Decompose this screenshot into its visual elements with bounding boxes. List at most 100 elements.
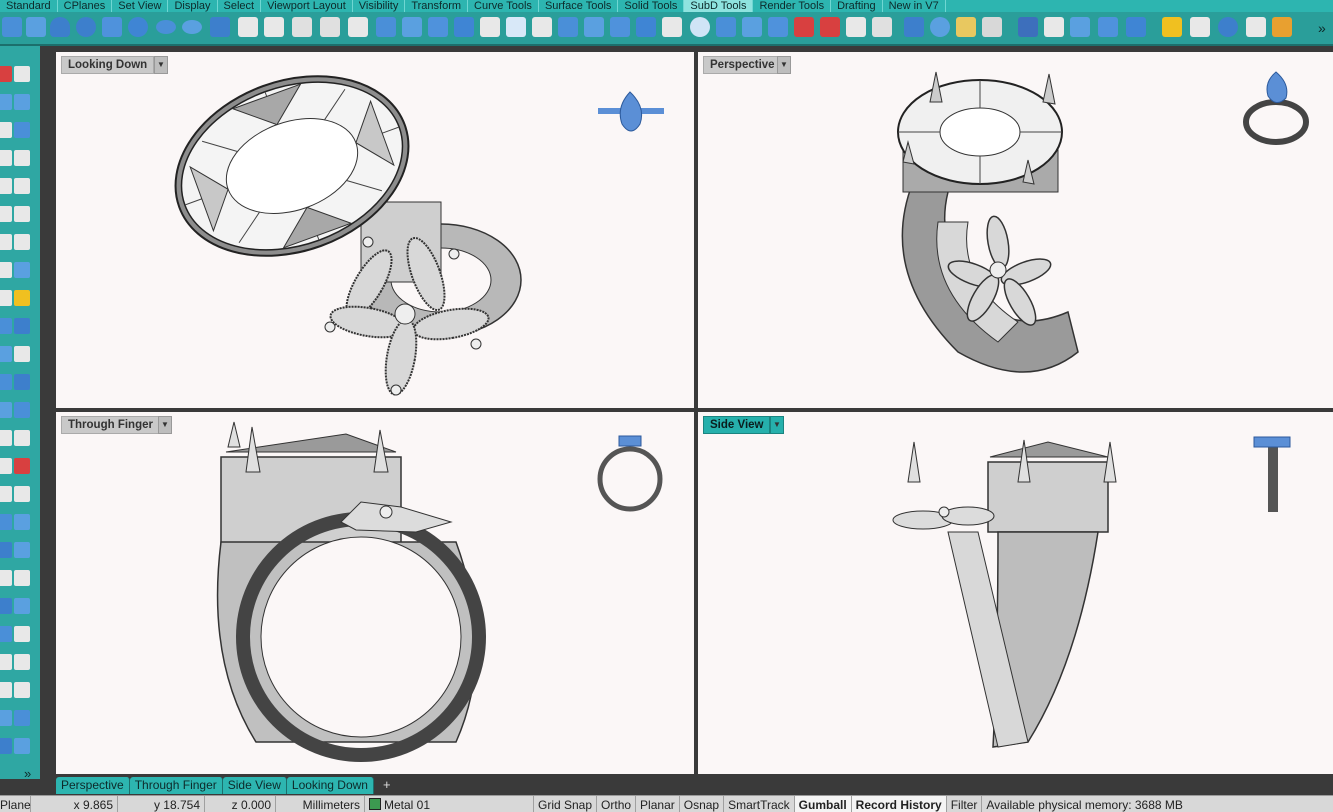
planar-toggle[interactable]: Planar [636,796,680,812]
pipe-icon[interactable] [238,17,258,37]
filter-toggle[interactable]: Filter [947,796,983,812]
array-icon[interactable] [1126,17,1146,37]
cutter-icon[interactable] [956,17,976,37]
mirror-icon[interactable] [0,262,12,278]
tab-through-finger[interactable]: Through Finger [129,777,223,794]
cylinder-tool-icon[interactable] [0,514,12,530]
split-icon[interactable] [14,206,30,222]
subd-cone-icon[interactable] [636,17,656,37]
tab-perspective[interactable]: Perspective [56,777,130,794]
points-grid-icon[interactable] [0,682,12,698]
bridge-icon[interactable] [662,17,682,37]
blend-icon[interactable] [480,17,500,37]
smarttrack-toggle[interactable]: SmartTrack [724,796,795,812]
spheres-icon[interactable] [14,626,30,642]
move-icon[interactable] [14,262,30,278]
grid-snap-toggle[interactable]: Grid Snap [534,796,598,812]
curve-edit-icon[interactable] [14,486,30,502]
chevron-down-icon[interactable]: ▼ [770,416,784,434]
delete-face-icon[interactable] [794,17,814,37]
ortho-toggle[interactable]: Ortho [597,796,637,812]
capsule-icon[interactable] [14,542,30,558]
network-icon[interactable] [14,374,30,390]
plane-icon[interactable] [14,94,30,110]
group-icon[interactable] [0,626,12,642]
subd-cylinder-icon[interactable] [610,17,630,37]
ribbon-tab-standard[interactable]: Standard [0,0,58,12]
diamond-icon[interactable] [0,738,12,754]
text-icon[interactable] [0,458,12,474]
rename-icon[interactable] [0,710,12,726]
rectangle-icon[interactable] [0,94,12,110]
viewport-perspective[interactable]: Perspective ▼ [698,52,1333,408]
tab-side-view[interactable]: Side View [222,777,287,794]
extrude-icon[interactable] [402,17,422,37]
toolbar-overflow-icon[interactable]: » [1318,20,1326,36]
drag-icon[interactable] [0,570,12,586]
ellipsoid-icon[interactable] [156,20,176,34]
subd-sphere-icon[interactable] [584,17,604,37]
sweep-icon[interactable] [264,17,284,37]
pyramid-icon[interactable] [2,17,22,37]
cap-icon[interactable] [0,374,12,390]
layer-indicator[interactable]: Metal 01 [365,796,534,812]
frame-icon[interactable] [14,318,30,334]
dimension-icon[interactable] [0,430,12,446]
chevron-down-icon[interactable]: ▼ [154,56,168,74]
fillet-icon[interactable] [454,17,474,37]
car-icon[interactable] [14,458,30,474]
arc-icon[interactable] [0,150,12,166]
cube-icon[interactable] [14,598,30,614]
grid-edit-icon[interactable] [532,17,552,37]
wave-icon[interactable] [14,122,30,138]
gem-icon[interactable] [930,17,950,37]
point-icon[interactable] [0,66,12,82]
units-display[interactable]: Millimeters [276,796,365,812]
walker-icon[interactable] [14,234,30,250]
hatch-icon[interactable] [0,402,12,418]
chevron-down-icon[interactable]: ▼ [777,56,791,74]
viewport-through-finger[interactable]: Through Finger ▼ [56,412,694,774]
history-icon[interactable] [872,17,892,37]
gumball-toggle[interactable]: Gumball [794,796,852,812]
ribbon-tab-transform[interactable]: Transform [405,0,469,12]
stitch-icon[interactable] [768,17,788,37]
ribbon-tab-select[interactable]: Select [218,0,262,12]
join-icon[interactable] [0,234,12,250]
star-icon[interactable] [904,17,924,37]
remove-crease-icon[interactable] [820,17,840,37]
ribbon-tab-new-in-v7[interactable]: New in V7 [883,0,946,12]
cplane-readout[interactable]: Plane [0,796,31,812]
ribbon-tab-curve-tools[interactable]: Curve Tools [468,0,539,12]
offset-icon[interactable] [14,178,30,194]
ribbon-tab-surface-tools[interactable]: Surface Tools [539,0,619,12]
ribbon-tab-display[interactable]: Display [168,0,218,12]
surface-icon[interactable] [0,318,12,334]
cage-icon[interactable] [506,17,526,37]
edit-point-icon[interactable] [0,486,12,502]
render-icon[interactable] [1162,17,1182,37]
torus-icon[interactable] [182,20,202,34]
control-points-icon[interactable] [14,570,30,586]
trim-icon[interactable] [0,206,12,222]
line-icon[interactable] [14,430,30,446]
chevron-down-icon[interactable]: ▼ [158,416,172,434]
circle-icon[interactable] [0,122,12,138]
cylinder-icon[interactable] [102,17,122,37]
branch-icon[interactable] [348,17,368,37]
paint-icon[interactable] [1272,17,1292,37]
loft-icon[interactable] [320,17,340,37]
solid-box-icon[interactable] [210,17,230,37]
tube-icon[interactable] [14,514,30,530]
curve-icon[interactable] [292,17,312,37]
box-icon[interactable] [26,17,46,37]
viewport-title-looking-down[interactable]: Looking Down [61,56,155,74]
layers-icon[interactable] [14,654,30,670]
viewport-title-perspective[interactable]: Perspective [703,56,782,74]
ribbon-tab-set-view[interactable]: Set View [112,0,169,12]
ribbon-tab-cplanes[interactable]: CPlanes [58,0,113,12]
add-tab-button[interactable]: + [383,777,391,792]
polyline-icon[interactable] [14,66,30,82]
ribbon-tab-visibility[interactable]: Visibility [353,0,406,12]
ribbon-tab-solid-tools[interactable]: Solid Tools [618,0,685,12]
